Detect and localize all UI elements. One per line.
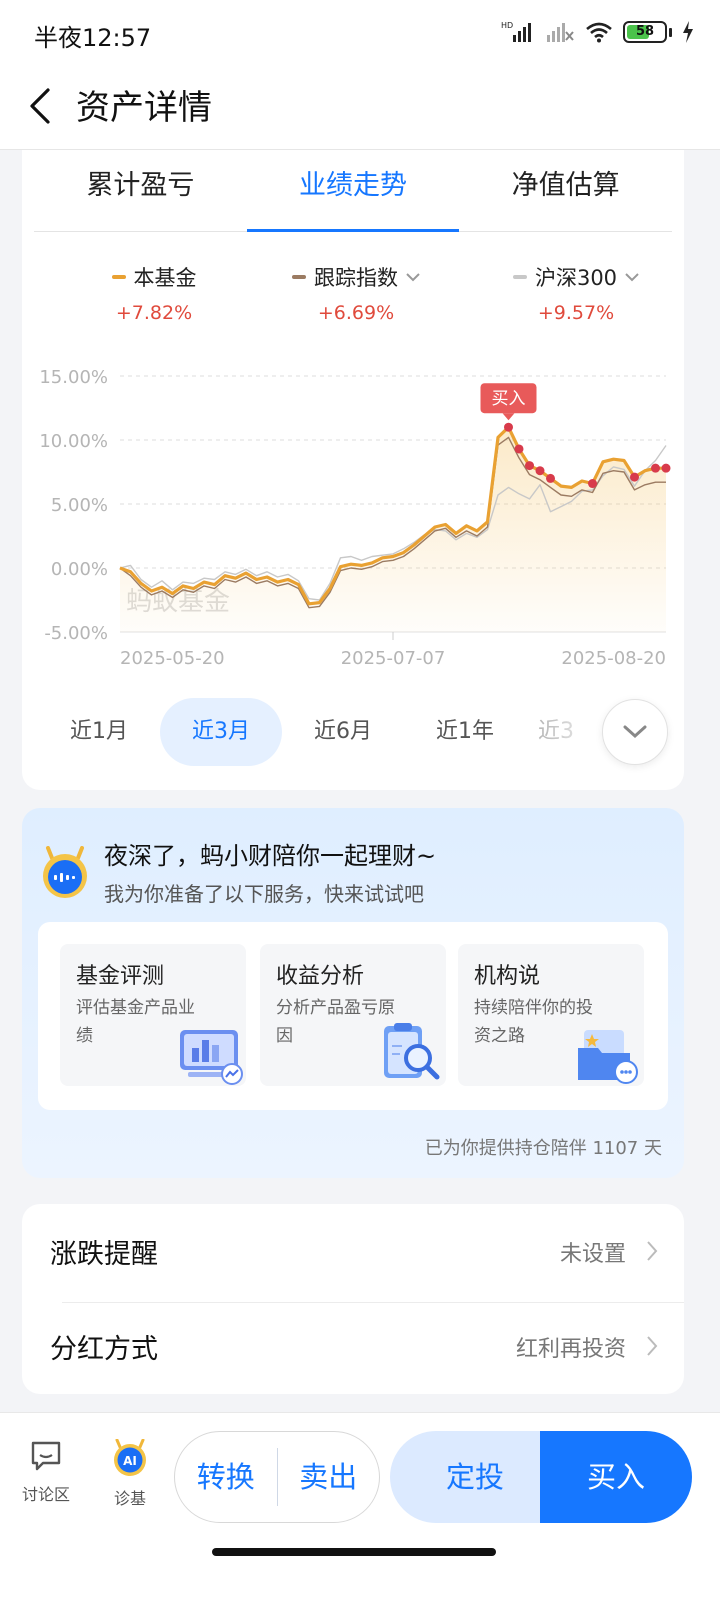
- y-tick-label: 15.00%: [39, 367, 108, 388]
- nav-bar: 资产详情: [0, 66, 720, 150]
- performance-card: 累计盈亏 业绩走势 净值估算 本基金 +7.82% 跟踪指数 +6.69% 沪深…: [22, 150, 684, 790]
- legend-csi300-value: +9.57%: [537, 302, 615, 324]
- buy-point: [588, 479, 597, 489]
- service-title: 机构说: [474, 964, 541, 989]
- discussion-label: 讨论区: [21, 1485, 70, 1504]
- service-fund-evaluation[interactable]: 基金评测 评估基金产品业绩: [60, 944, 246, 1086]
- legend-csi300-name: 沪深300: [534, 266, 618, 290]
- buy-point: [514, 444, 524, 454]
- auto-invest-button[interactable]: 定投: [390, 1431, 560, 1523]
- legend-fund-value: +7.82%: [115, 302, 193, 324]
- legend-item-csi300[interactable]: 沪深300 +9.57%: [486, 262, 666, 324]
- chat-icon: [31, 1441, 61, 1471]
- range-1y[interactable]: 近1年: [410, 698, 520, 766]
- sell-button[interactable]: 卖出: [278, 1431, 380, 1523]
- buy-point: [535, 466, 545, 476]
- robot-avatar-icon: [43, 846, 87, 898]
- chart-tabs: 累计盈亏 业绩走势 净值估算: [34, 150, 672, 232]
- assistant-title: 夜深了，蚂小财陪你一起理财~: [104, 842, 437, 870]
- fund-area: [120, 427, 666, 632]
- tab-nav-estimate[interactable]: 净值估算: [459, 150, 672, 231]
- y-tick-label: 5.00%: [51, 495, 108, 516]
- chevron-down-icon: [406, 273, 420, 282]
- setting-value: 未设置: [559, 1242, 626, 1267]
- hd-signal-icon: HD: [501, 21, 531, 42]
- service-institution-views[interactable]: 机构说 持续陪伴你的投资之路: [458, 944, 644, 1086]
- diagnose-button[interactable]: AI 诊基: [100, 1439, 160, 1509]
- y-tick-label: 10.00%: [39, 431, 108, 452]
- ai-badge: AI: [123, 1454, 137, 1468]
- wifi-icon: [586, 22, 612, 43]
- buy-button[interactable]: 买入: [540, 1431, 692, 1523]
- buy-point: [546, 473, 555, 483]
- ai-robot-icon: AI: [114, 1439, 146, 1476]
- y-tick-label: 0.00%: [51, 559, 108, 580]
- y-tick-label: -5.00%: [44, 623, 108, 644]
- battery-level: 58: [635, 24, 655, 39]
- legend-item-index[interactable]: 跟踪指数 +6.69%: [266, 262, 446, 324]
- buy-point: [504, 422, 513, 432]
- settings-card: 涨跌提醒 未设置 分红方式 红利再投资: [22, 1204, 684, 1394]
- legend-fund-name: 本基金: [133, 266, 197, 290]
- range-selector: 近1月 近3月 近6月 近1年 近3: [22, 698, 684, 766]
- diagnose-label: 诊基: [113, 1489, 146, 1508]
- price-alert-row[interactable]: 涨跌提醒 未设置: [22, 1204, 684, 1303]
- status-icons: HD 58: [501, 20, 694, 44]
- assistant-card: 夜深了，蚂小财陪你一起理财~ 我为你准备了以下服务，快来试试吧 基金评测 评估基…: [22, 808, 684, 1178]
- svg-text:HD: HD: [501, 21, 513, 30]
- setting-label: 涨跌提醒: [50, 1239, 158, 1270]
- chart-monitor-icon: [180, 1030, 243, 1085]
- setting-value: 红利再投资: [515, 1337, 626, 1362]
- range-3m[interactable]: 近3月: [160, 698, 282, 766]
- no-signal-icon: [547, 23, 574, 42]
- buy-point: [525, 461, 534, 471]
- bottom-action-bar: 讨论区 AI 诊基 转换 卖出 定投 买入: [0, 1412, 720, 1600]
- x-tick-label: 2025-07-07: [341, 648, 446, 669]
- clipboard-magnifier-icon: [384, 1023, 440, 1080]
- buy-point: [651, 463, 660, 473]
- chevron-right-icon: [647, 1241, 658, 1261]
- folder-chat-icon: [578, 1030, 638, 1084]
- legend-index-value: +6.69%: [317, 302, 395, 324]
- service-return-analysis[interactable]: 收益分析 分析产品盈亏原因: [260, 944, 446, 1086]
- tab-performance-trend[interactable]: 业绩走势: [246, 150, 460, 232]
- service-title: 基金评测: [76, 964, 165, 989]
- buy-point: [630, 472, 639, 482]
- status-bar: 半夜12:57 HD 58: [0, 0, 720, 66]
- tab-cumulative-pnl[interactable]: 累计盈亏: [34, 150, 247, 231]
- x-tick-label: 2025-05-20: [120, 648, 225, 669]
- buy-marker-tip: [502, 413, 515, 421]
- range-6m[interactable]: 近6月: [288, 698, 398, 766]
- status-time: 半夜12:57: [34, 24, 152, 52]
- charging-icon: [683, 21, 693, 43]
- range-1m[interactable]: 近1月: [44, 698, 154, 766]
- legend-item-fund[interactable]: 本基金 +7.82%: [84, 262, 224, 324]
- chart-legend: 本基金 +7.82% 跟踪指数 +6.69% 沪深300 +9.57%: [22, 262, 684, 332]
- holding-companion-days: 已为你提供持仓陪伴 1107 天: [424, 1138, 662, 1159]
- dividend-method-row[interactable]: 分红方式 红利再投资: [22, 1299, 684, 1394]
- chevron-right-icon: [647, 1336, 658, 1356]
- page-title: 资产详情: [76, 88, 212, 128]
- buy-point: [661, 463, 671, 473]
- range-more-button[interactable]: [602, 699, 668, 765]
- convert-button[interactable]: 转换: [175, 1431, 277, 1523]
- discussion-button[interactable]: 讨论区: [16, 1439, 76, 1505]
- service-list: 基金评测 评估基金产品业绩 收益分析 分析产品盈亏原因 机构说 持续陪伴你的投资…: [38, 922, 668, 1110]
- setting-label: 分红方式: [50, 1334, 158, 1365]
- convert-sell-group: 转换 卖出: [174, 1431, 380, 1523]
- home-indicator: [212, 1548, 496, 1556]
- service-title: 收益分析: [276, 964, 365, 989]
- assistant-subtitle: 我为你准备了以下服务，快来试试吧: [104, 882, 424, 906]
- chevron-down-icon: [623, 725, 647, 739]
- legend-index-name: 跟踪指数: [314, 266, 398, 290]
- performance-chart: 15.00% 10.00% 5.00% 0.00% -5.00% 2025-05-20 20…: [39, 367, 671, 669]
- chevron-down-icon: [625, 273, 639, 282]
- buy-marker-label: 买入: [492, 389, 526, 409]
- x-tick-label: 2025-08-20: [561, 648, 666, 669]
- back-arrow-icon[interactable]: [22, 84, 62, 128]
- battery-icon: 58: [623, 21, 667, 43]
